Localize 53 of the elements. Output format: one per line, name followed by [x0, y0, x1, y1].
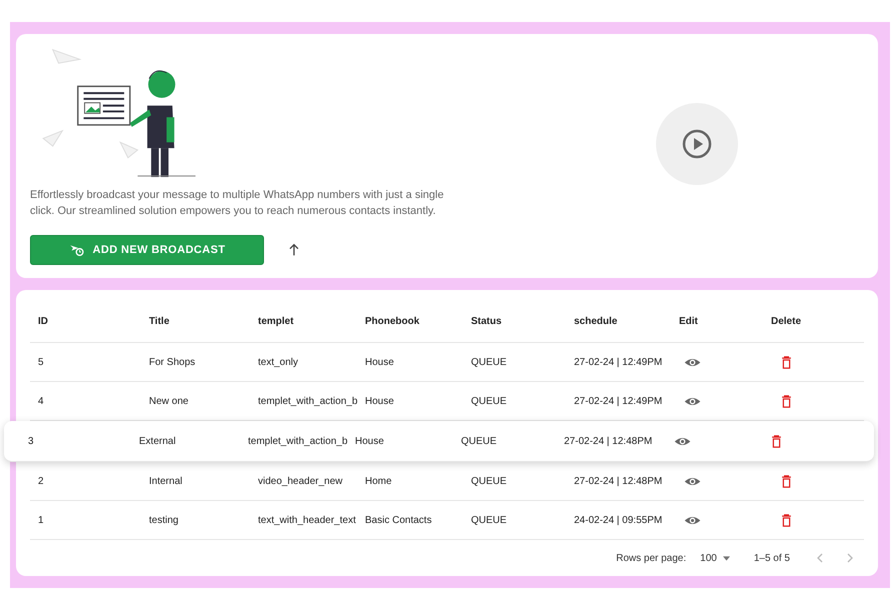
column-header: Status: [471, 316, 503, 326]
table-cell-text: For Shops: [149, 356, 196, 368]
column-header: ID: [37, 316, 49, 326]
page-range: 1–5 of 5: [754, 552, 790, 564]
rows-per-page-select[interactable]: 100: [700, 552, 730, 564]
trash-icon[interactable]: [779, 354, 794, 370]
table-cell-text: House: [365, 356, 395, 368]
table-cell-text: 27-02-24 | 12:49PM: [574, 356, 664, 368]
column-header: templet: [258, 316, 295, 326]
play-icon: [681, 128, 713, 160]
table-row[interactable]: 1 testing text_with_header_text Basic Contacts QUEUE 24-02-24 | 09:55PM: [30, 501, 864, 540]
table-cell-text: Internal: [149, 476, 184, 486]
table-row[interactable]: 5 For Shops text_only House QUEUE 27-02-24 | 12:49PM: [30, 343, 864, 382]
table-cell-text: New one: [149, 396, 190, 406]
table-cell-text: QUEUE: [461, 436, 498, 446]
table-cell-text: QUEUE: [471, 514, 508, 526]
caret-icon: [722, 556, 730, 560]
table-cell-text: House: [365, 396, 395, 406]
table-cell-text: 27-02-24 | 12:48PM: [564, 436, 654, 446]
column-header: Title: [149, 316, 170, 326]
table-cell-text: templet_with_action_b: [258, 396, 359, 406]
table-cell-text: templet_with_action_b: [248, 436, 349, 446]
table-cell-text: 24-02-24 | 09:55PM: [574, 514, 664, 526]
trash-icon[interactable]: [779, 394, 794, 408]
table-cell-text: 1: [37, 514, 45, 526]
trash-icon[interactable]: [779, 474, 794, 488]
rows-per-page-label: Rows per page:: [616, 552, 686, 564]
table-cell-text: 3: [27, 436, 35, 446]
table-cell-text: 27-02-24 | 12:49PM: [574, 396, 664, 406]
table-cell-text: QUEUE: [471, 396, 508, 406]
intro-description: Effortlessly broadcast your message to multiple WhatsApp numbers with just a single click. Our streamlined solution empowers you to reach numerous contacts instantly.: [30, 188, 445, 219]
table-cell-text: 27-02-24 | 12:48PM: [574, 476, 664, 486]
column-header: Edit: [679, 316, 699, 326]
table-cell-text: Home: [365, 476, 393, 486]
table-cell-text: House: [355, 436, 385, 446]
table-cell-text: testing: [149, 514, 180, 526]
table-cell-text: text_only: [258, 356, 300, 368]
table-row[interactable]: 2 Internal video_header_new Home QUEUE 27-02-24 | 12:48PM: [30, 462, 864, 501]
column-header: Delete: [771, 316, 802, 326]
table-cell-text: 2: [37, 476, 45, 486]
trash-icon[interactable]: [779, 512, 794, 528]
table-cell-text: video_header_new: [258, 476, 344, 486]
table-cell-text: 5: [37, 356, 45, 368]
table-cell-text: QUEUE: [471, 356, 508, 368]
column-header: Phonebook: [365, 316, 420, 326]
trash-icon[interactable]: [769, 434, 784, 448]
table-row[interactable]: 3 External templet_with_action_b House QUEUE 27-02-24 | 12:48PM: [4, 421, 874, 462]
table-cell-text: QUEUE: [471, 476, 508, 486]
table-cell-text: 4: [37, 396, 45, 406]
table-cell-text: External: [139, 436, 177, 446]
table-cell-text: Basic Contacts: [365, 514, 433, 526]
table-cell-text: text_with_header_text: [258, 514, 357, 526]
column-header: schedule: [574, 316, 618, 326]
